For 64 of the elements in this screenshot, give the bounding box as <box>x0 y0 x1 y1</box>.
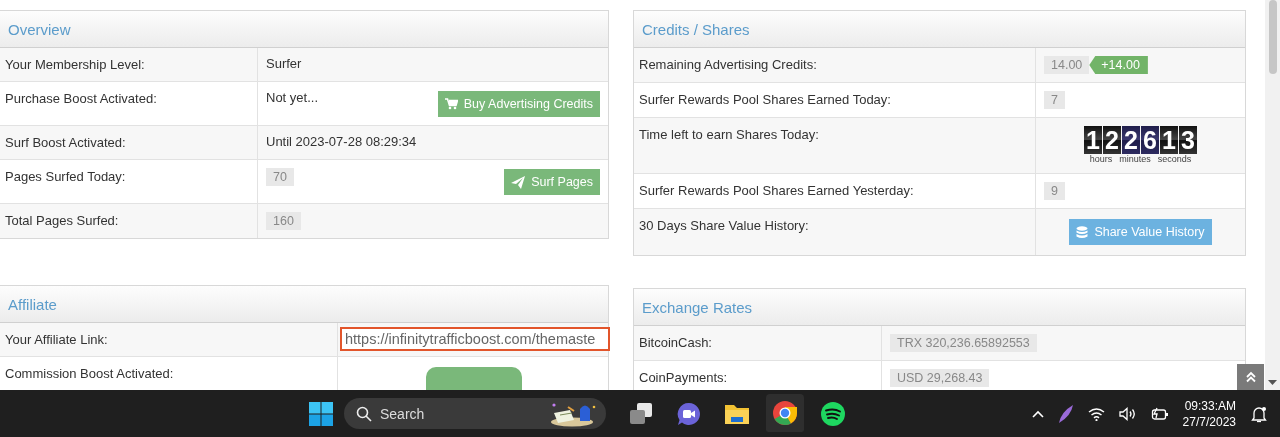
row-label: Time left to earn Shares Today: <box>639 127 819 142</box>
affiliate-link-field[interactable]: https://infinitytrafficboost.com/themaste <box>340 327 610 351</box>
row-label: Your Affiliate Link: <box>5 332 108 347</box>
value-badge: 14.00 <box>1044 56 1090 74</box>
speaker-icon[interactable] <box>1118 406 1137 421</box>
row-value: Not yet... <box>266 90 319 106</box>
countdown-digit: 2 <box>1122 126 1140 154</box>
search-field[interactable]: Search <box>344 398 606 429</box>
row-label: CoinPayments: <box>639 370 728 385</box>
panel-title: Affiliate <box>8 295 57 313</box>
row-label: 30 Days Share Value History: <box>639 218 809 233</box>
wifi-icon[interactable] <box>1087 406 1105 421</box>
row-label: Remaining Advertising Credits: <box>639 57 817 72</box>
row-label: Total Pages Surfed: <box>5 213 119 228</box>
value-badge: 160 <box>266 212 301 230</box>
countdown-digit: 1 <box>1160 126 1178 154</box>
row-value: Surfer <box>266 56 302 72</box>
countdown-digit: 2 <box>1103 126 1121 154</box>
database-icon <box>1076 225 1089 239</box>
countdown-unit: hours <box>1089 154 1113 165</box>
browser-icon <box>772 399 798 426</box>
row-label: Your Membership Level: <box>5 57 145 72</box>
search-illustration-icon <box>550 401 596 427</box>
value-badge: 70 <box>266 168 294 186</box>
panel-title: Credits / Shares <box>642 20 750 38</box>
countdown-unit: minutes <box>1119 154 1151 165</box>
value-badge: TRX 320,236.65892553 <box>890 334 1037 352</box>
row-label: Surf Boost Activated: <box>5 135 126 150</box>
clock-time[interactable]: 09:33:AM <box>1184 397 1236 414</box>
panel-title: Overview <box>8 20 71 38</box>
row-value: Until 2023-07-28 08:29:34 <box>266 134 417 150</box>
clock-date[interactable]: 27/7/2023 <box>1182 413 1236 430</box>
row-label: Surfer Rewards Pool Shares Earned Today: <box>639 92 891 107</box>
row-label: Purchase Boost Activated: <box>5 91 157 106</box>
chevron-up-icon[interactable] <box>1031 409 1044 418</box>
countdown-digit: 6 <box>1141 126 1159 154</box>
windows-start-icon[interactable] <box>308 400 334 427</box>
scroll-to-top-button[interactable] <box>1237 364 1264 390</box>
row-label: Surfer Rewards Pool Shares Earned Yesterday: <box>639 183 914 198</box>
feather-icon[interactable] <box>1057 403 1074 424</box>
scroll-down-icon[interactable] <box>1268 380 1277 385</box>
countdown-digit: 3 <box>1179 126 1197 154</box>
row-label: Pages Surfed Today: <box>5 169 126 184</box>
credit-change-tag: +14.00 <box>1089 56 1148 74</box>
scrollbar[interactable] <box>1265 0 1280 390</box>
browser-taskbar-button[interactable] <box>766 393 804 434</box>
paper-plane-icon <box>511 175 526 189</box>
scrollbar-thumb[interactable] <box>1269 0 1277 74</box>
row-label: Commission Boost Activated: <box>5 366 174 381</box>
double-chevron-up-icon <box>1244 371 1257 383</box>
notification-bell-icon[interactable] <box>1250 404 1268 423</box>
row-label: BitcoinCash: <box>639 335 712 350</box>
music-app-icon[interactable] <box>820 400 846 427</box>
task-view-icon[interactable] <box>628 400 654 427</box>
countdown-digit: 1 <box>1084 126 1102 154</box>
value-badge: USD 29,268.43 <box>890 369 990 387</box>
search-icon <box>356 406 372 422</box>
battery-icon[interactable] <box>1150 406 1169 421</box>
value-badge: 9 <box>1044 182 1065 200</box>
panel-title: Exchange Rates <box>642 298 753 316</box>
countdown-unit: seconds <box>1157 154 1192 165</box>
cart-icon <box>444 98 458 110</box>
video-chat-icon[interactable] <box>676 400 702 427</box>
value-badge: 7 <box>1044 91 1065 109</box>
